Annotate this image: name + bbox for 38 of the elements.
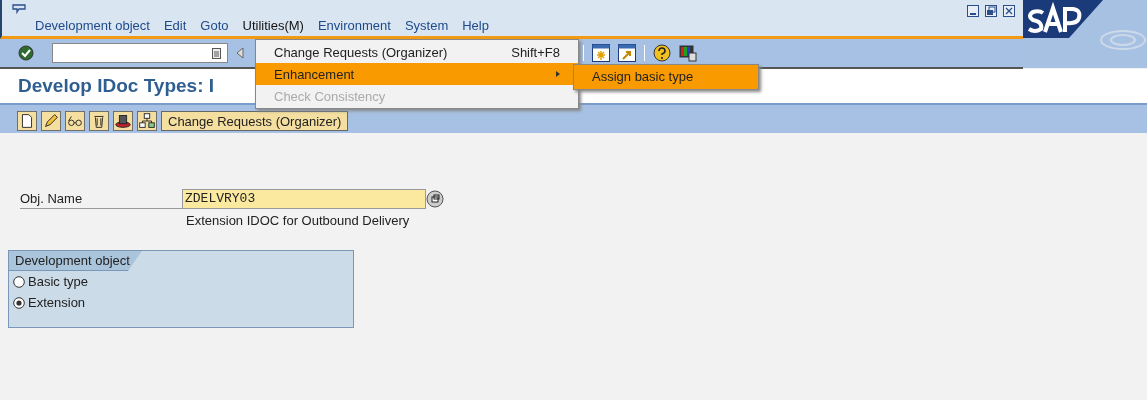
trash-icon[interactable] (89, 111, 109, 131)
submenu-arrow-icon (556, 71, 560, 77)
menu-item[interactable]: Goto (197, 18, 232, 33)
new-session-icon[interactable] (592, 44, 610, 62)
layout-icon[interactable] (679, 44, 697, 62)
description-text: Extension IDOC for Outbound Delivery (186, 213, 411, 228)
object-name-field[interactable]: ZDELVRY03 (182, 189, 426, 209)
create-icon[interactable] (17, 111, 37, 131)
radio-button[interactable] (13, 296, 25, 309)
history-icon[interactable] (212, 47, 221, 59)
display-object-icon[interactable] (426, 190, 444, 208)
menu-item[interactable]: Environment (314, 18, 394, 33)
menu-option[interactable]: Assign basic type (574, 65, 758, 89)
back-icon[interactable] (236, 47, 244, 59)
restore-icon[interactable] (985, 5, 997, 17)
hierarchy-icon[interactable] (137, 111, 157, 131)
radio-label: Extension (28, 295, 86, 310)
shortcut-icon[interactable] (618, 44, 636, 62)
radio-button[interactable] (13, 275, 25, 288)
radio-label: Basic type (28, 274, 88, 289)
hat-icon[interactable] (113, 111, 133, 131)
pencil-icon[interactable] (41, 111, 61, 131)
menu-item[interactable]: System (401, 18, 452, 33)
menu-item[interactable]: Utilities(M) (239, 18, 307, 33)
menu-item[interactable]: Edit (160, 18, 190, 33)
group-title: Development object (9, 251, 142, 271)
menu-item[interactable]: Help (459, 18, 492, 33)
window-menu-icon[interactable] (12, 4, 26, 16)
close-icon[interactable] (1003, 5, 1015, 17)
help-icon[interactable] (653, 44, 671, 62)
enter-icon[interactable] (18, 45, 34, 61)
minimize-icon[interactable] (967, 5, 979, 17)
change-requests-button[interactable]: Change Requests (Organizer) (161, 111, 349, 131)
menu-item[interactable]: Development object (32, 18, 153, 33)
glasses-icon[interactable] (65, 111, 85, 131)
menu-option[interactable]: Enhancement (256, 63, 578, 85)
screen-title: Develop IDoc Types: I (18, 75, 215, 97)
command-field[interactable] (52, 43, 228, 63)
